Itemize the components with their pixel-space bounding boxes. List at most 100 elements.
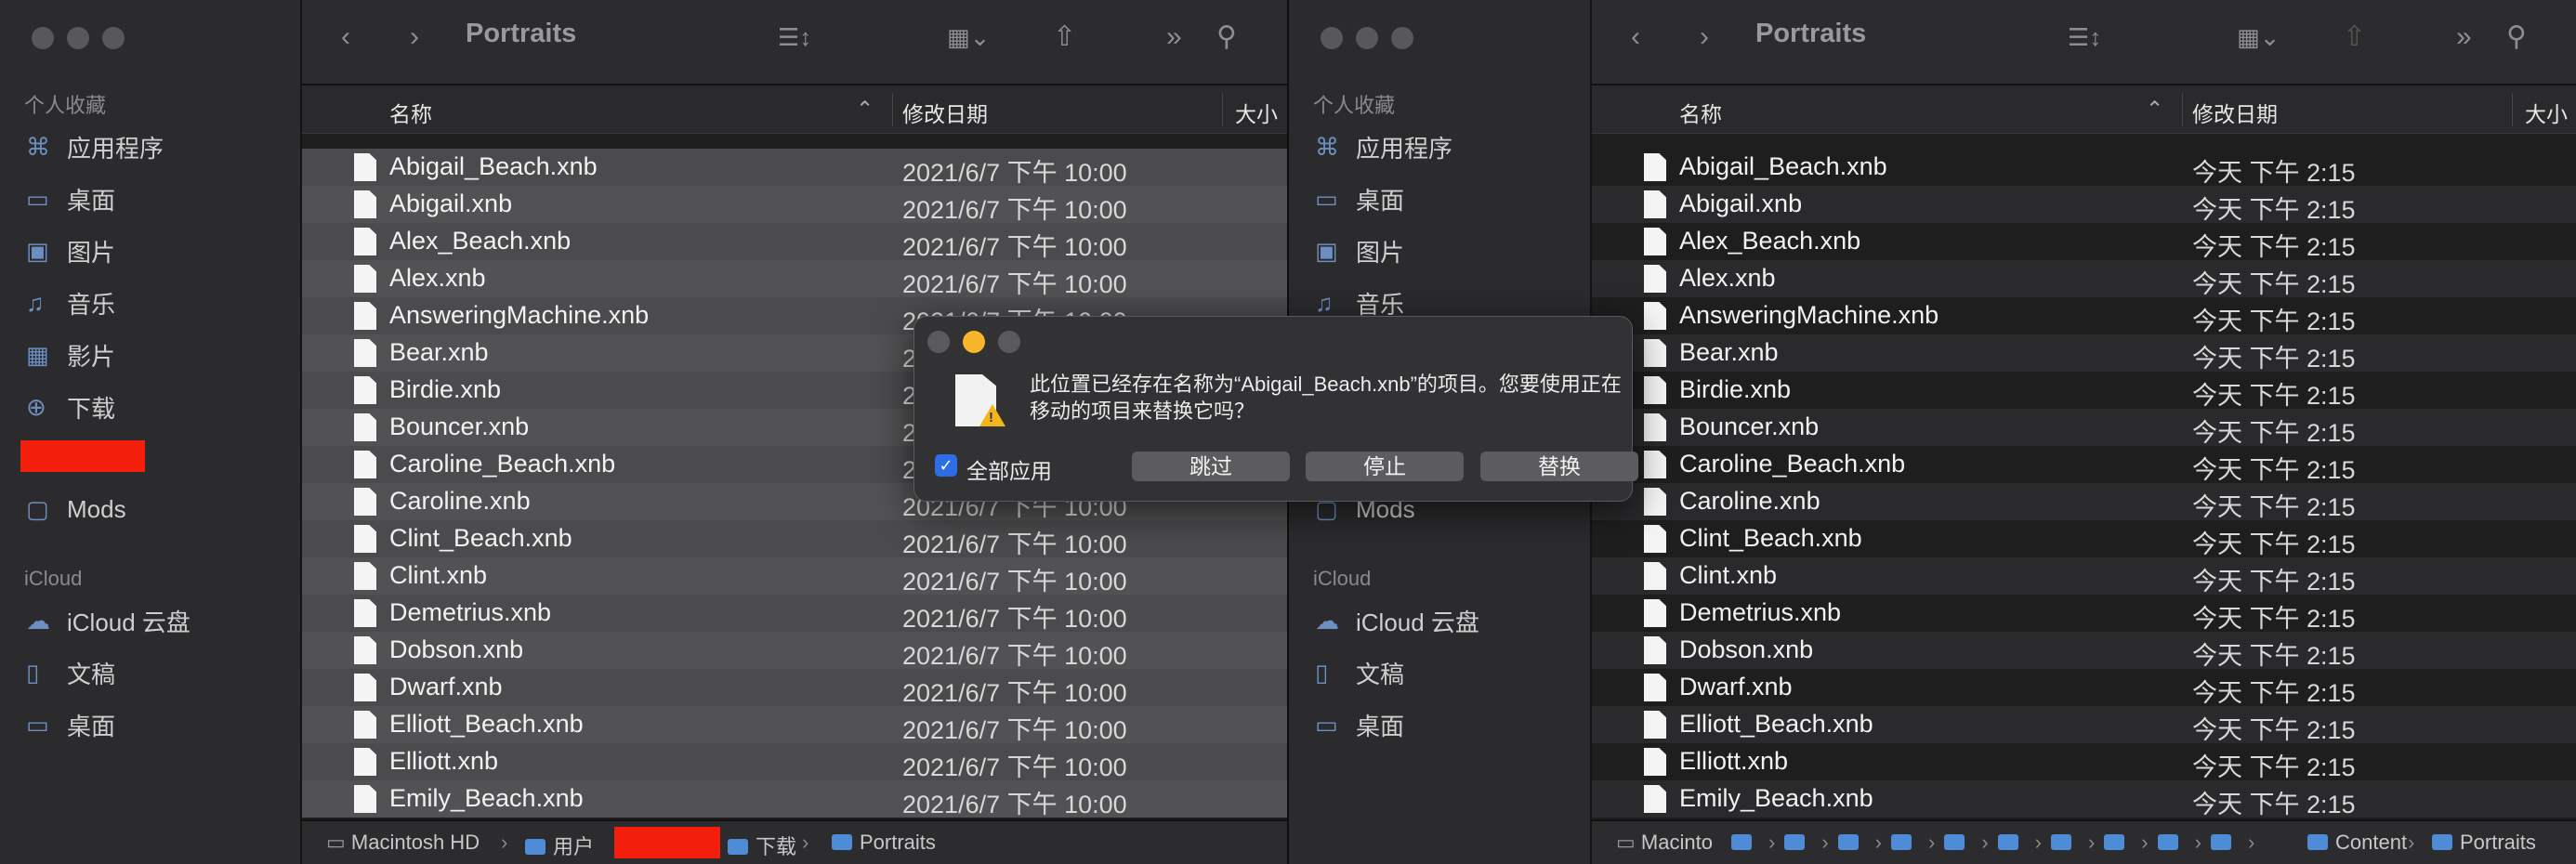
file-row[interactable]: Alex.xnb 2021/6/7 下午 10:00 <box>302 260 1287 298</box>
file-row[interactable]: Abigail_Beach.xnb 今天 下午 2:15 <box>1592 149 2576 187</box>
sidebar-item[interactable]: ▣ 图片 <box>26 230 115 271</box>
forward-icon[interactable]: › <box>1700 17 1709 58</box>
dialog-zoom-button[interactable] <box>998 331 1020 353</box>
forward-icon[interactable]: › <box>410 17 419 58</box>
dialog-close-button[interactable] <box>927 331 950 353</box>
column-name[interactable]: 名称 <box>1679 97 1722 128</box>
close-window-button[interactable] <box>32 27 54 49</box>
file-row[interactable]: Clint.xnb 今天 下午 2:15 <box>1592 557 2576 596</box>
replace-button[interactable]: 替换 <box>1480 452 1638 481</box>
zoom-window-button[interactable] <box>1391 27 1413 49</box>
sidebar-item[interactable]: ♫ 音乐 <box>26 282 115 323</box>
sidebar-item[interactable]: ⌘ 应用程序 <box>26 126 164 167</box>
back-icon[interactable]: ‹ <box>341 17 350 58</box>
file-name: Dobson.xnb <box>1679 635 1814 663</box>
stop-button[interactable]: 停止 <box>1306 452 1464 481</box>
path-disk[interactable]: ▭ Macintosh HD <box>326 831 480 855</box>
column-size[interactable]: 大小 <box>2525 97 2568 128</box>
sidebar-item[interactable]: ▯ 文稿 <box>26 652 115 693</box>
path-content[interactable]: Content <box>2307 831 2407 855</box>
share-icon[interactable]: ⇧ <box>1053 17 1076 58</box>
search-icon[interactable]: ⚲ <box>1216 17 1237 58</box>
sidebar-item-label: 图片 <box>67 238 116 267</box>
column-date[interactable]: 修改日期 <box>902 97 988 128</box>
zoom-window-button[interactable] <box>102 27 125 49</box>
file-row[interactable]: Abigail.xnb 2021/6/7 下午 10:00 <box>302 186 1287 224</box>
column-name[interactable]: 名称 <box>389 97 432 128</box>
list-view-icon[interactable]: ☰↕ <box>2068 17 2101 58</box>
sidebar-item[interactable]: ▭ 桌面 <box>26 178 115 219</box>
path-users[interactable]: 用户 <box>525 831 594 860</box>
minimize-window-button[interactable] <box>1356 27 1378 49</box>
sidebar-item[interactable]: ⊕ 下载 <box>26 386 115 427</box>
file-row[interactable]: Elliott.xnb 今天 下午 2:15 <box>1592 743 2576 781</box>
movies-icon: ▦ <box>26 340 49 369</box>
sidebar-item[interactable]: ▯ 文稿 <box>1315 652 1404 693</box>
file-row[interactable]: Alex_Beach.xnb 2021/6/7 下午 10:00 <box>302 223 1287 261</box>
column-size[interactable]: 大小 <box>1235 97 1278 128</box>
file-row[interactable]: Alex.xnb 今天 下午 2:15 <box>1592 260 2576 298</box>
sidebar-item[interactable]: ▭ 桌面 <box>1315 178 1404 219</box>
dialog-minimize-button[interactable] <box>963 331 985 353</box>
file-row[interactable]: Emily_Beach.xnb 今天 下午 2:15 <box>1592 780 2576 818</box>
sort-chevron-icon[interactable]: ⌃ <box>2146 97 2163 122</box>
sidebar-item[interactable]: ☁ iCloud 云盘 <box>26 600 191 641</box>
search-icon[interactable]: ⚲ <box>2506 17 2527 58</box>
file-row[interactable]: Emily_Beach.xnb 2021/6/7 下午 10:00 <box>302 780 1287 818</box>
redacted-sidebar-item[interactable] <box>20 440 145 472</box>
path-portraits[interactable]: Portraits <box>832 831 936 855</box>
group-icon[interactable]: ▦⌄ <box>947 17 990 58</box>
column-date[interactable]: 修改日期 <box>2192 97 2278 128</box>
file-row[interactable]: Abigail_Beach.xnb 2021/6/7 下午 10:00 <box>302 149 1287 187</box>
document-icon <box>1644 451 1666 478</box>
sidebar-item[interactable]: ☁ iCloud 云盘 <box>1315 600 1479 641</box>
group-icon[interactable]: ▦⌄ <box>2237 17 2280 58</box>
sidebar-item[interactable]: ▣ 图片 <box>1315 230 1404 271</box>
file-row[interactable]: Birdie.xnb 今天 下午 2:15 <box>1592 372 2576 410</box>
file-row[interactable]: Clint.xnb 2021/6/7 下午 10:00 <box>302 557 1287 596</box>
apply-all-label[interactable]: 全部应用 <box>966 453 1052 485</box>
file-row[interactable]: Dobson.xnb 今天 下午 2:15 <box>1592 632 2576 670</box>
skip-button[interactable]: 跳过 <box>1132 452 1290 481</box>
redacted-path-item[interactable] <box>614 827 720 858</box>
file-row[interactable]: Alex_Beach.xnb 今天 下午 2:15 <box>1592 223 2576 261</box>
path-disk[interactable]: ▭ Macinto <box>1616 831 1713 855</box>
more-icon[interactable]: » <box>1166 17 1182 58</box>
sidebar-item[interactable]: ▭ 桌面 <box>1315 704 1404 745</box>
file-row[interactable]: Abigail.xnb 今天 下午 2:15 <box>1592 186 2576 224</box>
path-collapsed-folders[interactable]: › › › › › › › › › › <box>1731 831 2264 855</box>
file-row[interactable]: Clint_Beach.xnb 今天 下午 2:15 <box>1592 520 2576 558</box>
file-row[interactable]: Bouncer.xnb 今天 下午 2:15 <box>1592 409 2576 447</box>
path-downloads[interactable]: 下载 <box>728 831 796 860</box>
sidebar-item[interactable]: ▦ 影片 <box>26 334 115 375</box>
more-icon[interactable]: » <box>2456 17 2472 58</box>
apply-all-checkbox[interactable]: ✓ <box>935 454 957 477</box>
file-row[interactable]: Clint_Beach.xnb 2021/6/7 下午 10:00 <box>302 520 1287 558</box>
file-row[interactable]: Bear.xnb 今天 下午 2:15 <box>1592 334 2576 373</box>
sidebar-item[interactable]: ▭ 桌面 <box>26 704 115 745</box>
desktop-icon: ▭ <box>1315 710 1338 739</box>
document-icon <box>354 599 376 627</box>
sidebar-item[interactable]: ▢ Mods <box>26 489 126 530</box>
file-row[interactable]: Caroline_Beach.xnb 今天 下午 2:15 <box>1592 446 2576 484</box>
file-row[interactable]: Demetrius.xnb 2021/6/7 下午 10:00 <box>302 595 1287 633</box>
file-row[interactable]: Elliott_Beach.xnb 2021/6/7 下午 10:00 <box>302 706 1287 744</box>
share-icon[interactable]: ⇧ <box>2343 17 2366 58</box>
file-row[interactable]: Dwarf.xnb 2021/6/7 下午 10:00 <box>302 669 1287 707</box>
minimize-window-button[interactable] <box>67 27 89 49</box>
file-row[interactable]: Elliott_Beach.xnb 今天 下午 2:15 <box>1592 706 2576 744</box>
sort-chevron-icon[interactable]: ⌃ <box>856 97 874 122</box>
file-row[interactable]: Demetrius.xnb 今天 下午 2:15 <box>1592 595 2576 633</box>
sidebar-item[interactable]: ⌘ 应用程序 <box>1315 126 1452 167</box>
path-portraits[interactable]: Portraits <box>2432 831 2536 855</box>
file-row[interactable]: Dobson.xnb 2021/6/7 下午 10:00 <box>302 632 1287 670</box>
file-date: 今天 下午 2:15 <box>2192 568 2356 596</box>
file-row[interactable]: AnsweringMachine.xnb 今天 下午 2:15 <box>1592 297 2576 335</box>
list-view-icon[interactable]: ☰↕ <box>778 17 811 58</box>
back-icon[interactable]: ‹ <box>1631 17 1640 58</box>
file-row[interactable]: Caroline.xnb 今天 下午 2:15 <box>1592 483 2576 521</box>
file-date: 2021/6/7 下午 10:00 <box>902 642 1127 670</box>
close-window-button[interactable] <box>1321 27 1343 49</box>
file-row[interactable]: Dwarf.xnb 今天 下午 2:15 <box>1592 669 2576 707</box>
file-row[interactable]: Elliott.xnb 2021/6/7 下午 10:00 <box>302 743 1287 781</box>
